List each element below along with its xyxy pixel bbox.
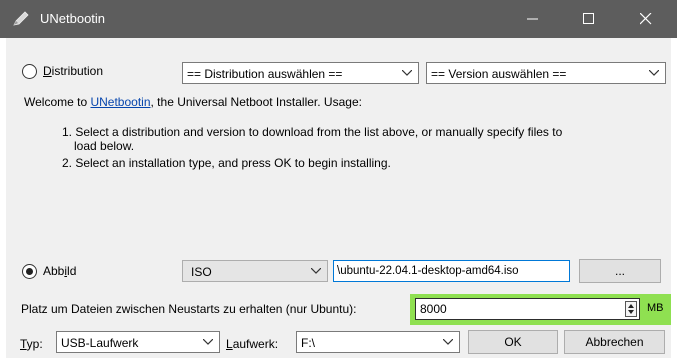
pen-icon bbox=[12, 11, 30, 27]
instruction-step-2: 2. Select an installation type, and pres… bbox=[62, 156, 391, 170]
distribution-select[interactable]: == Distribution auswählen == bbox=[182, 62, 419, 84]
ok-button[interactable]: OK bbox=[468, 330, 558, 354]
chevron-down-icon bbox=[311, 268, 321, 274]
chevron-down-icon bbox=[402, 70, 412, 76]
dialog-body: Distribution == Distribution auswählen =… bbox=[6, 38, 671, 358]
minimize-icon bbox=[527, 18, 538, 20]
chevron-down-icon bbox=[443, 339, 453, 345]
browse-button[interactable]: ... bbox=[579, 259, 661, 283]
instruction-step-1: 1. Select a distribution and version to … bbox=[62, 125, 563, 153]
distribution-radio-label: Distribution bbox=[43, 64, 104, 78]
type-label: Typ: bbox=[20, 337, 43, 351]
title-bar: UNetbootin bbox=[0, 0, 677, 38]
version-select[interactable]: == Version auswählen == bbox=[426, 62, 666, 84]
install-type-select[interactable]: USB-Laufwerk bbox=[56, 331, 220, 353]
unetbootin-link[interactable]: UNetbootin bbox=[90, 95, 150, 109]
minimize-button[interactable] bbox=[510, 0, 556, 38]
persistence-unit: MB bbox=[647, 302, 664, 314]
maximize-icon bbox=[583, 13, 594, 24]
persistence-label: Platz um Dateien zwischen Neustarts zu e… bbox=[21, 302, 357, 316]
welcome-text: Welcome to UNetbootin, the Universal Net… bbox=[24, 95, 362, 109]
diskimage-radio-label: Abbild bbox=[43, 264, 77, 278]
iso-path-input[interactable]: \ubuntu-22.04.1-desktop-amd64.iso bbox=[333, 260, 570, 282]
diskimage-radio[interactable] bbox=[22, 264, 37, 279]
drive-select[interactable]: F:\ bbox=[296, 331, 460, 353]
spin-arrows-icon[interactable] bbox=[625, 301, 637, 317]
image-type-select[interactable]: ISO bbox=[182, 260, 328, 282]
chevron-down-icon bbox=[203, 339, 213, 345]
drive-label: Laufwerk: bbox=[226, 337, 279, 351]
persistence-spinbox[interactable]: 8000 bbox=[415, 298, 640, 320]
close-button[interactable] bbox=[623, 0, 669, 38]
close-icon bbox=[640, 13, 652, 25]
cancel-button[interactable]: Abbrechen bbox=[564, 330, 665, 354]
distribution-radio[interactable] bbox=[22, 64, 37, 79]
chevron-down-icon bbox=[649, 70, 659, 76]
maximize-button[interactable] bbox=[566, 0, 612, 38]
window-title: UNetbootin bbox=[40, 11, 106, 26]
